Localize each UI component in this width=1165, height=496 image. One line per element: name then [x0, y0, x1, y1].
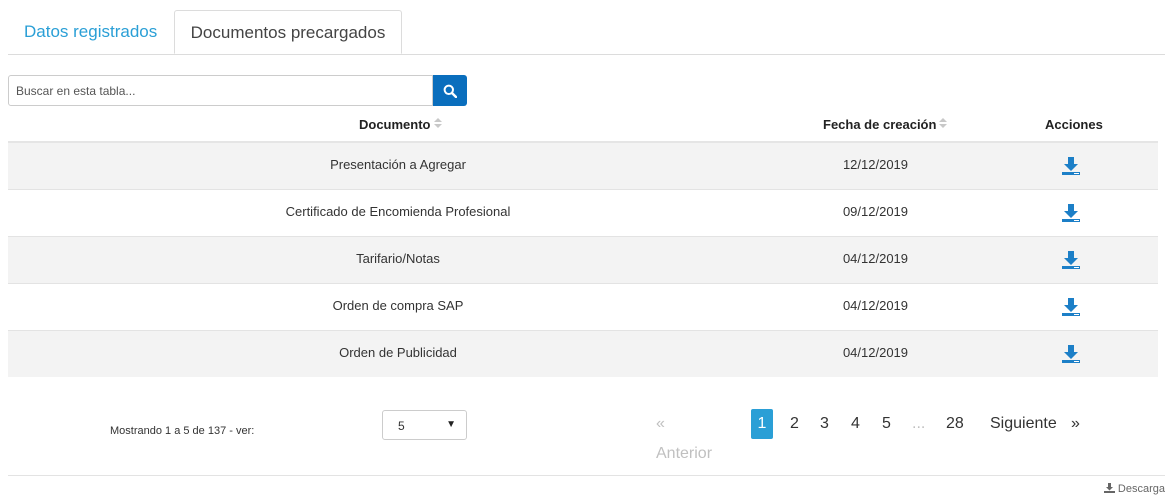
sort-icon[interactable]: [433, 118, 442, 130]
tab-bar: Datos registrados Documentos precargados: [8, 10, 1165, 55]
search-icon: [443, 84, 457, 98]
table-row: Presentación a Agregar 12/12/2019: [8, 143, 1158, 190]
download-icon: [1062, 251, 1080, 269]
creation-date: 04/12/2019: [842, 251, 909, 266]
page-size-select[interactable]: 5 ▼: [382, 410, 467, 440]
page-size-value: 5: [398, 419, 405, 433]
download-button[interactable]: [1060, 343, 1082, 365]
table-row: Orden de Publicidad 04/12/2019: [8, 331, 1158, 377]
download-icon: [1062, 345, 1080, 363]
download-link[interactable]: Descarga: [1103, 483, 1165, 495]
document-name: Orden de Publicidad: [339, 345, 457, 360]
table-header: Documento Fecha de creación Acciones: [8, 107, 1158, 143]
download-button[interactable]: [1060, 296, 1082, 318]
download-icon: [1103, 483, 1115, 493]
document-name: Presentación a Agregar: [330, 157, 466, 172]
documents-table: Documento Fecha de creación Acciones Pre…: [8, 107, 1158, 377]
column-header-label: Documento: [359, 117, 431, 132]
sort-icon[interactable]: [939, 118, 948, 130]
download-icon: [1062, 204, 1080, 222]
pagination-page-last[interactable]: 28: [946, 409, 964, 439]
search-input[interactable]: [8, 75, 433, 106]
download-button[interactable]: [1060, 202, 1082, 224]
download-button[interactable]: [1060, 155, 1082, 177]
download-button[interactable]: [1060, 249, 1082, 271]
pagination-page-2[interactable]: 2: [790, 409, 799, 439]
creation-date: 12/12/2019: [842, 157, 909, 172]
pagination-next-arrow[interactable]: »: [1071, 409, 1080, 439]
tab-documentos-precargados[interactable]: Documentos precargados: [174, 10, 402, 54]
tab-divider: [8, 54, 1165, 55]
footer-divider: [8, 475, 1165, 476]
download-icon: [1062, 157, 1080, 175]
document-name: Orden de compra SAP: [332, 298, 464, 313]
pagination-page-4[interactable]: 4: [851, 409, 860, 439]
creation-date: 04/12/2019: [842, 345, 909, 360]
pagination-ellipsis: ...: [912, 415, 926, 432]
download-link-label: Descarga: [1117, 483, 1165, 495]
pagination-next[interactable]: Siguiente: [990, 409, 1057, 439]
table-row: Certificado de Encomienda Profesional 09…: [8, 190, 1158, 237]
column-header-label: Acciones: [1045, 117, 1103, 132]
pagination-page-1[interactable]: 1: [751, 409, 773, 439]
tab-datos-registrados[interactable]: Datos registrados: [8, 10, 173, 54]
pagination-page-5[interactable]: 5: [882, 409, 891, 439]
showing-count-text: Mostrando 1 a 5 de 137 - ver:: [110, 425, 255, 437]
pagination-page-3[interactable]: 3: [820, 409, 829, 439]
column-header-acciones: Acciones: [1045, 117, 1103, 132]
document-name: Tarifario/Notas: [356, 251, 440, 266]
download-icon: [1062, 298, 1080, 316]
column-header-fecha[interactable]: Fecha de creación: [823, 117, 948, 132]
pagination-previous[interactable]: « Anterior: [656, 409, 712, 462]
creation-date: 04/12/2019: [842, 298, 909, 313]
creation-date: 09/12/2019: [842, 204, 909, 219]
dropdown-arrow-icon: ▼: [446, 419, 456, 430]
search-button[interactable]: [433, 75, 467, 106]
column-header-documento[interactable]: Documento: [359, 117, 442, 132]
column-header-label: Fecha de creación: [823, 117, 937, 132]
document-name: Certificado de Encomienda Profesional: [285, 204, 511, 219]
table-row: Orden de compra SAP 04/12/2019: [8, 284, 1158, 331]
table-row: Tarifario/Notas 04/12/2019: [8, 237, 1158, 284]
